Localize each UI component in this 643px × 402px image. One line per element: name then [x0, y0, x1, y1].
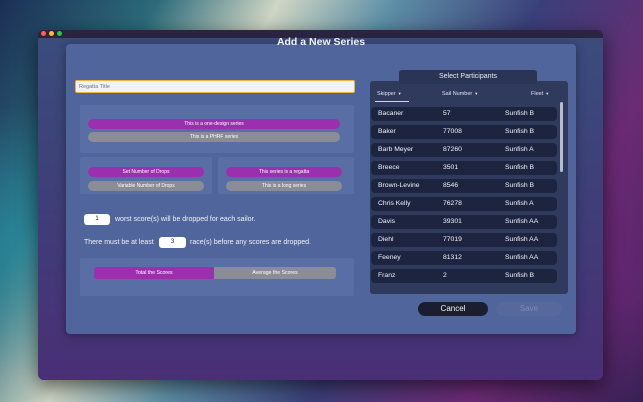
sail-number-cell: 81312 — [443, 254, 462, 261]
add-series-sheet: Add a New Series This is a one-design se… — [66, 36, 576, 334]
average-scores-option[interactable]: Average the Scores — [214, 267, 336, 279]
min-races-field[interactable]: 3 — [159, 237, 186, 248]
variable-number-drops-option[interactable]: Variable Number of Drops — [88, 181, 204, 191]
fleet-cell: Sunfish AA — [505, 254, 539, 261]
skipper-cell: Franz — [378, 272, 396, 279]
sail-number-cell: 3501 — [443, 164, 459, 171]
phrf-option[interactable]: This is a PHRF series — [88, 132, 340, 142]
save-button[interactable]: Save — [496, 302, 562, 316]
series-type-panel — [80, 105, 354, 153]
set-number-drops-option[interactable]: Set Number of Drops — [88, 167, 204, 177]
participant-row[interactable]: Baker 77008 Sunfish B — [371, 125, 557, 139]
participant-row[interactable]: Breece 3501 Sunfish B — [371, 161, 557, 175]
fleet-cell: Sunfish B — [505, 164, 535, 171]
long-series-option[interactable]: This is a long series — [226, 181, 342, 191]
sail-number-cell: 77019 — [443, 236, 462, 243]
regatta-option[interactable]: This series is a regatta — [226, 167, 342, 177]
participant-row[interactable]: Diehl 77019 Sunfish AA — [371, 233, 557, 247]
participant-row[interactable]: Chris Kelly 76278 Sunfish A — [371, 197, 557, 211]
minimize-window-icon[interactable] — [49, 31, 54, 36]
skipper-cell: Feeney — [378, 254, 401, 261]
sort-indicator-underline — [375, 101, 409, 102]
worst-score-text: worst score(s) will be dropped for each … — [115, 216, 256, 223]
worst-count-field[interactable]: 1 — [84, 214, 110, 225]
fleet-cell: Sunfish B — [505, 272, 535, 279]
sail-number-column-header[interactable]: Sail Number ▼ — [442, 91, 478, 97]
dialog-title: Add a New Series — [276, 36, 366, 48]
cancel-button[interactable]: Cancel — [418, 302, 488, 316]
fleet-cell: Sunfish B — [505, 110, 535, 117]
skipper-cell: Diehl — [378, 236, 394, 243]
participant-row[interactable]: Brown-Levine 8546 Sunfish B — [371, 179, 557, 193]
fleet-cell: Sunfish AA — [505, 236, 539, 243]
skipper-cell: Bacaner — [378, 110, 404, 117]
skipper-column-header[interactable]: Skipper ▼ — [377, 91, 402, 97]
fleet-cell: Sunfish A — [505, 200, 534, 207]
select-participants-tab[interactable]: Select Participants — [399, 70, 537, 84]
regatta-title-input[interactable] — [75, 80, 355, 93]
participant-row[interactable]: Franz 2 Sunfish B — [371, 269, 557, 283]
sail-number-cell: 2 — [443, 272, 447, 279]
min-races-prefix: There must be at least — [84, 239, 154, 246]
fleet-cell: Sunfish AA — [505, 218, 539, 225]
skipper-cell: Brown-Levine — [378, 182, 420, 189]
maximize-window-icon[interactable] — [57, 31, 62, 36]
skipper-cell: Breece — [378, 164, 400, 171]
close-window-icon[interactable] — [41, 31, 46, 36]
fleet-cell: Sunfish B — [505, 182, 535, 189]
one-design-option[interactable]: This is a one-design series — [88, 119, 340, 129]
sail-number-cell: 76278 — [443, 200, 462, 207]
skipper-cell: Barb Meyer — [378, 146, 414, 153]
skipper-cell: Baker — [378, 128, 396, 135]
sail-number-cell: 87260 — [443, 146, 462, 153]
participant-row[interactable]: Feeney 81312 Sunfish AA — [371, 251, 557, 265]
sort-down-icon: ▼ — [474, 91, 479, 96]
min-races-suffix: race(s) before any scores are dropped. — [190, 239, 312, 246]
sail-number-cell: 77008 — [443, 128, 462, 135]
participants-scrollbar[interactable] — [560, 102, 563, 172]
sort-down-icon: ▼ — [545, 91, 550, 96]
sail-number-cell: 8546 — [443, 182, 459, 189]
skipper-cell: Davis — [378, 218, 395, 225]
participant-row[interactable]: Davis 39301 Sunfish AA — [371, 215, 557, 229]
sail-number-cell: 39301 — [443, 218, 462, 225]
total-scores-option[interactable]: Total the Scores — [94, 267, 214, 279]
sail-number-cell: 57 — [443, 110, 451, 117]
fleet-column-header[interactable]: Fleet ▼ — [531, 91, 549, 97]
skipper-cell: Chris Kelly — [378, 200, 411, 207]
participant-row[interactable]: Bacaner 57 Sunfish B — [371, 107, 557, 121]
fleet-cell: Sunfish B — [505, 128, 535, 135]
fleet-cell: Sunfish A — [505, 146, 534, 153]
participant-row[interactable]: Barb Meyer 87260 Sunfish A — [371, 143, 557, 157]
sort-down-icon: ▼ — [397, 91, 402, 96]
